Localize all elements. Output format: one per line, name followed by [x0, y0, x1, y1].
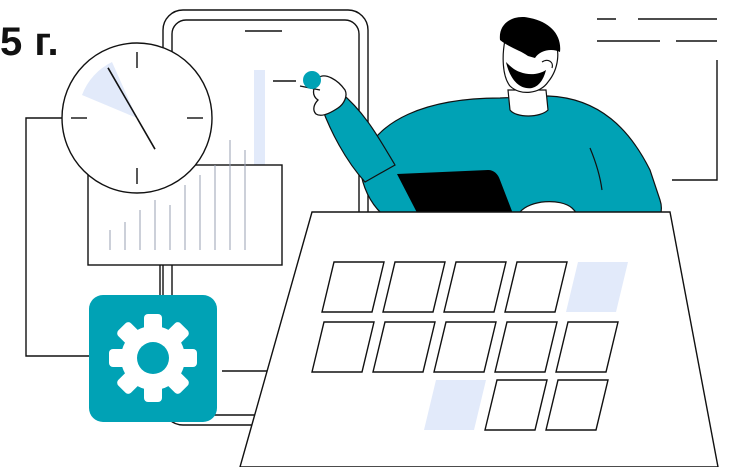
clock-icon	[61, 42, 213, 194]
gear-icon	[89, 295, 217, 422]
calendar-icon	[239, 211, 719, 468]
illustration: 5 г.	[0, 0, 729, 468]
pointer-dot	[303, 71, 321, 89]
heading-text: 5 г.	[0, 20, 60, 64]
illustration-canvas	[25, 9, 719, 468]
